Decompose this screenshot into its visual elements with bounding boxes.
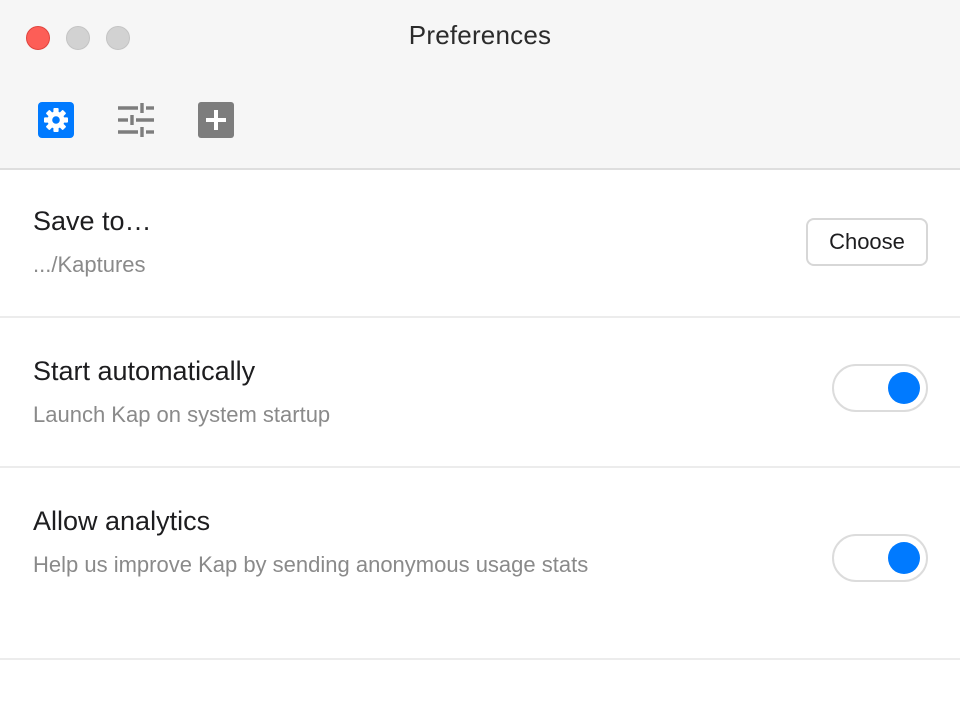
window-title: Preferences (408, 20, 552, 50)
allow-analytics-toggle[interactable] (832, 534, 928, 582)
tab-plugins[interactable] (196, 100, 236, 140)
save-to-setting: Save to… .../Kaptures Choose (0, 170, 960, 318)
toggle-knob (888, 372, 920, 404)
preferences-window: Preferences Save to… .../Kaptures Choose… (0, 0, 960, 702)
allow-analytics-setting: Allow analytics Help us improve Kap by s… (0, 468, 960, 660)
gear-icon (38, 102, 74, 138)
allow-analytics-title: Allow analytics (33, 506, 211, 536)
toggle-knob (888, 542, 920, 574)
sliders-icon (118, 103, 154, 137)
tab-settings[interactable] (116, 100, 156, 140)
save-to-path: .../Kaptures (33, 252, 146, 277)
choose-folder-button[interactable]: Choose (806, 218, 928, 266)
start-automatically-toggle[interactable] (832, 364, 928, 412)
start-automatically-description: Launch Kap on system startup (33, 402, 331, 427)
allow-analytics-description: Help us improve Kap by sending anonymous… (33, 552, 589, 577)
plus-square-icon (198, 102, 234, 138)
titlebar: Preferences (0, 0, 960, 170)
start-automatically-title: Start automatically (33, 356, 256, 386)
save-to-title: Save to… (33, 206, 152, 236)
tab-general[interactable] (36, 100, 76, 140)
start-automatically-setting: Start automatically Launch Kap on system… (0, 318, 960, 468)
